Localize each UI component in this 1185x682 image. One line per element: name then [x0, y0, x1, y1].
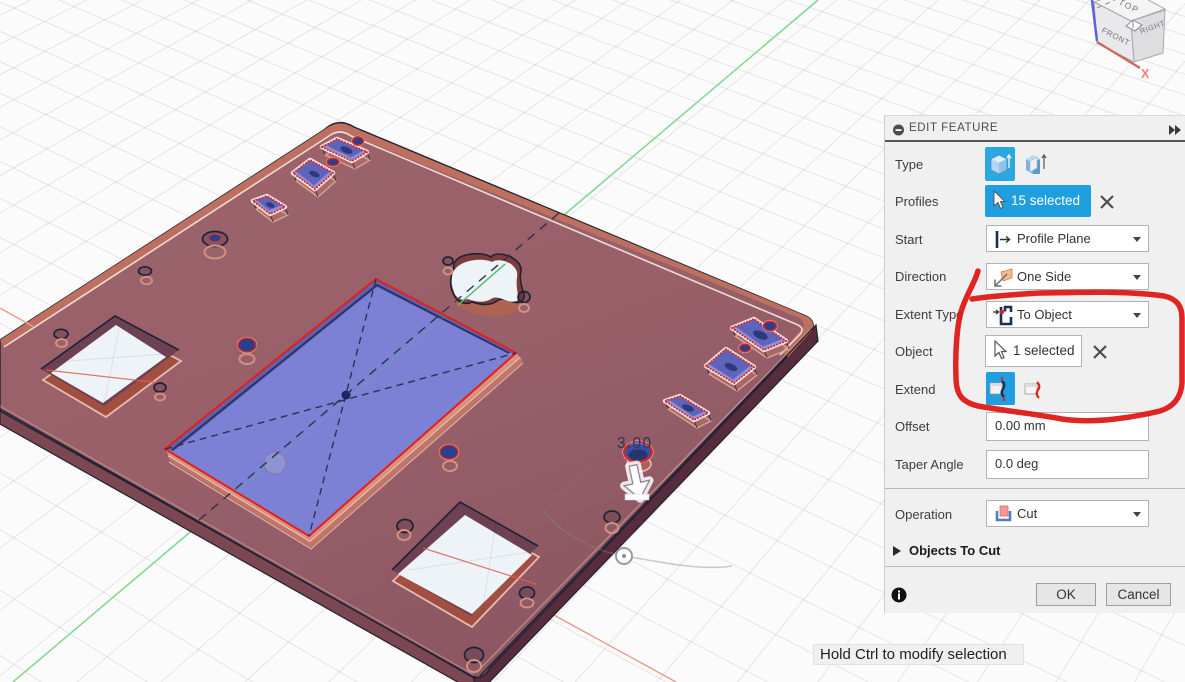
svg-text:3.00: 3.00: [617, 435, 652, 452]
svg-text:X: X: [1141, 67, 1150, 81]
